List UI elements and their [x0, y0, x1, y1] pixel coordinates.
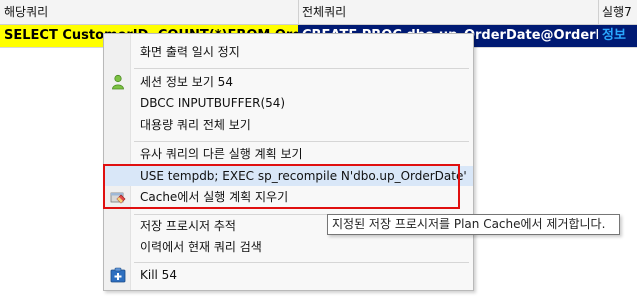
menu-item-label: DBCC INPUTBUFFER(54) [140, 96, 286, 110]
menu-item-label: 이력에서 현재 쿼리 검색 [140, 240, 262, 254]
annotation-highlight-box [103, 164, 460, 209]
menu-item-similar-query-plans[interactable]: 유사 쿼리의 다른 실행 계획 보기 [104, 144, 473, 164]
menu-item-label: 저장 프로시저 추적 [140, 219, 236, 233]
menu-item-pause-output[interactable]: 화면 출력 일시 정지 [104, 42, 473, 62]
menu-separator [134, 68, 469, 69]
menu-separator [134, 262, 469, 263]
menu-item-search-history[interactable]: 이력에서 현재 쿼리 검색 [104, 237, 473, 257]
tooltip: 지정된 저장 프로시저를 Plan Cache에서 제거합니다. [327, 214, 620, 235]
menu-item-label: 대용량 쿼리 전체 보기 [140, 118, 251, 132]
cell-plan[interactable]: 정보 [598, 25, 637, 47]
menu-item-label: 세션 정보 보기 54 [140, 75, 233, 89]
column-header-plan[interactable]: 실행7 [598, 0, 637, 24]
column-header-query[interactable]: 해당쿼리 [0, 0, 298, 24]
column-header-full-query[interactable]: 전체쿼리 [298, 0, 598, 24]
user-icon [110, 74, 126, 90]
kill-icon [110, 267, 126, 283]
menu-separator [134, 141, 469, 142]
menu-item-kill-session[interactable]: Kill 54 [104, 265, 473, 285]
grid-header: 해당쿼리 전체쿼리 실행7 [0, 0, 637, 25]
menu-item-view-large-query[interactable]: 대용량 쿼리 전체 보기 [104, 115, 473, 135]
menu-item-session-info[interactable]: 세션 정보 보기 54 [104, 72, 473, 92]
menu-item-label: 화면 출력 일시 정지 [140, 45, 240, 59]
menu-item-label: Kill 54 [140, 268, 177, 282]
menu-item-label: 유사 쿼리의 다른 실행 계획 보기 [140, 147, 303, 161]
context-menu: 화면 출력 일시 정지 세션 정보 보기 54 DBCC INPUTBUFFER… [103, 33, 474, 291]
menu-item-dbcc-inputbuffer[interactable]: DBCC INPUTBUFFER(54) [104, 93, 473, 113]
